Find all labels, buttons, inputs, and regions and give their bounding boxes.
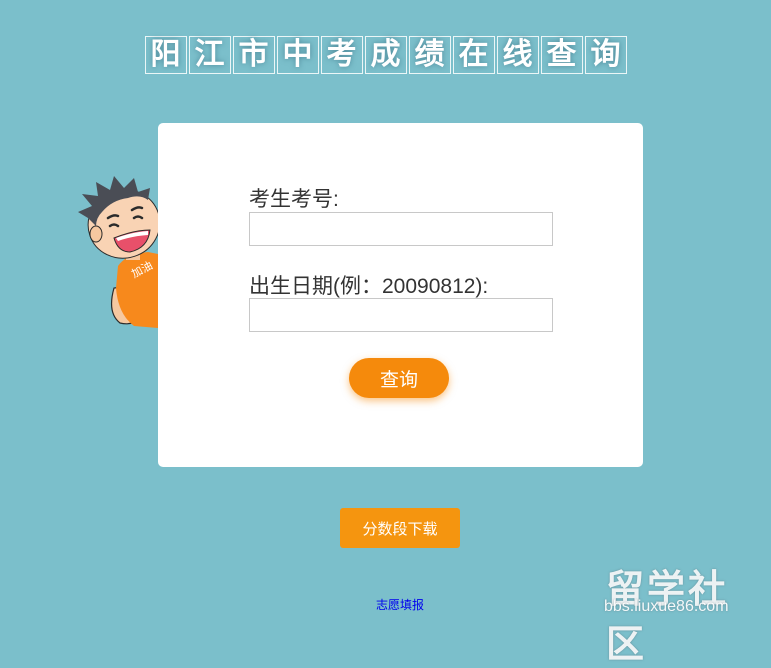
mascot-illustration: 加油 [78, 176, 161, 328]
title-char: 线 [496, 36, 539, 74]
title-char: 在 [452, 36, 495, 74]
title-char: 市 [232, 36, 275, 74]
query-button[interactable]: 查询 [349, 358, 449, 398]
title-char: 询 [584, 36, 627, 74]
score-band-download-button[interactable]: 分数段下载 [340, 508, 460, 548]
title-char: 阳 [144, 36, 187, 74]
birth-date-input[interactable] [249, 298, 553, 332]
title-char: 查 [540, 36, 583, 74]
candidate-id-label: 考生考号: [249, 188, 339, 211]
candidate-id-input[interactable] [249, 212, 553, 246]
title-char: 绩 [408, 36, 451, 74]
watermark-url: bbs.liuxue86.com [604, 598, 729, 615]
page-title: 阳 江 市 中 考 成 绩 在 线 查 询 [0, 36, 771, 74]
title-char: 江 [188, 36, 231, 74]
watermark: 留学社区 bbs.liuxue86.com [598, 558, 768, 666]
title-char: 考 [320, 36, 363, 74]
title-char: 成 [364, 36, 407, 74]
query-form-card: 考生考号: 出生日期(例：20090812): 查询 [158, 123, 643, 467]
title-char: 中 [276, 36, 319, 74]
birth-date-label: 出生日期(例：20090812): [249, 275, 489, 298]
